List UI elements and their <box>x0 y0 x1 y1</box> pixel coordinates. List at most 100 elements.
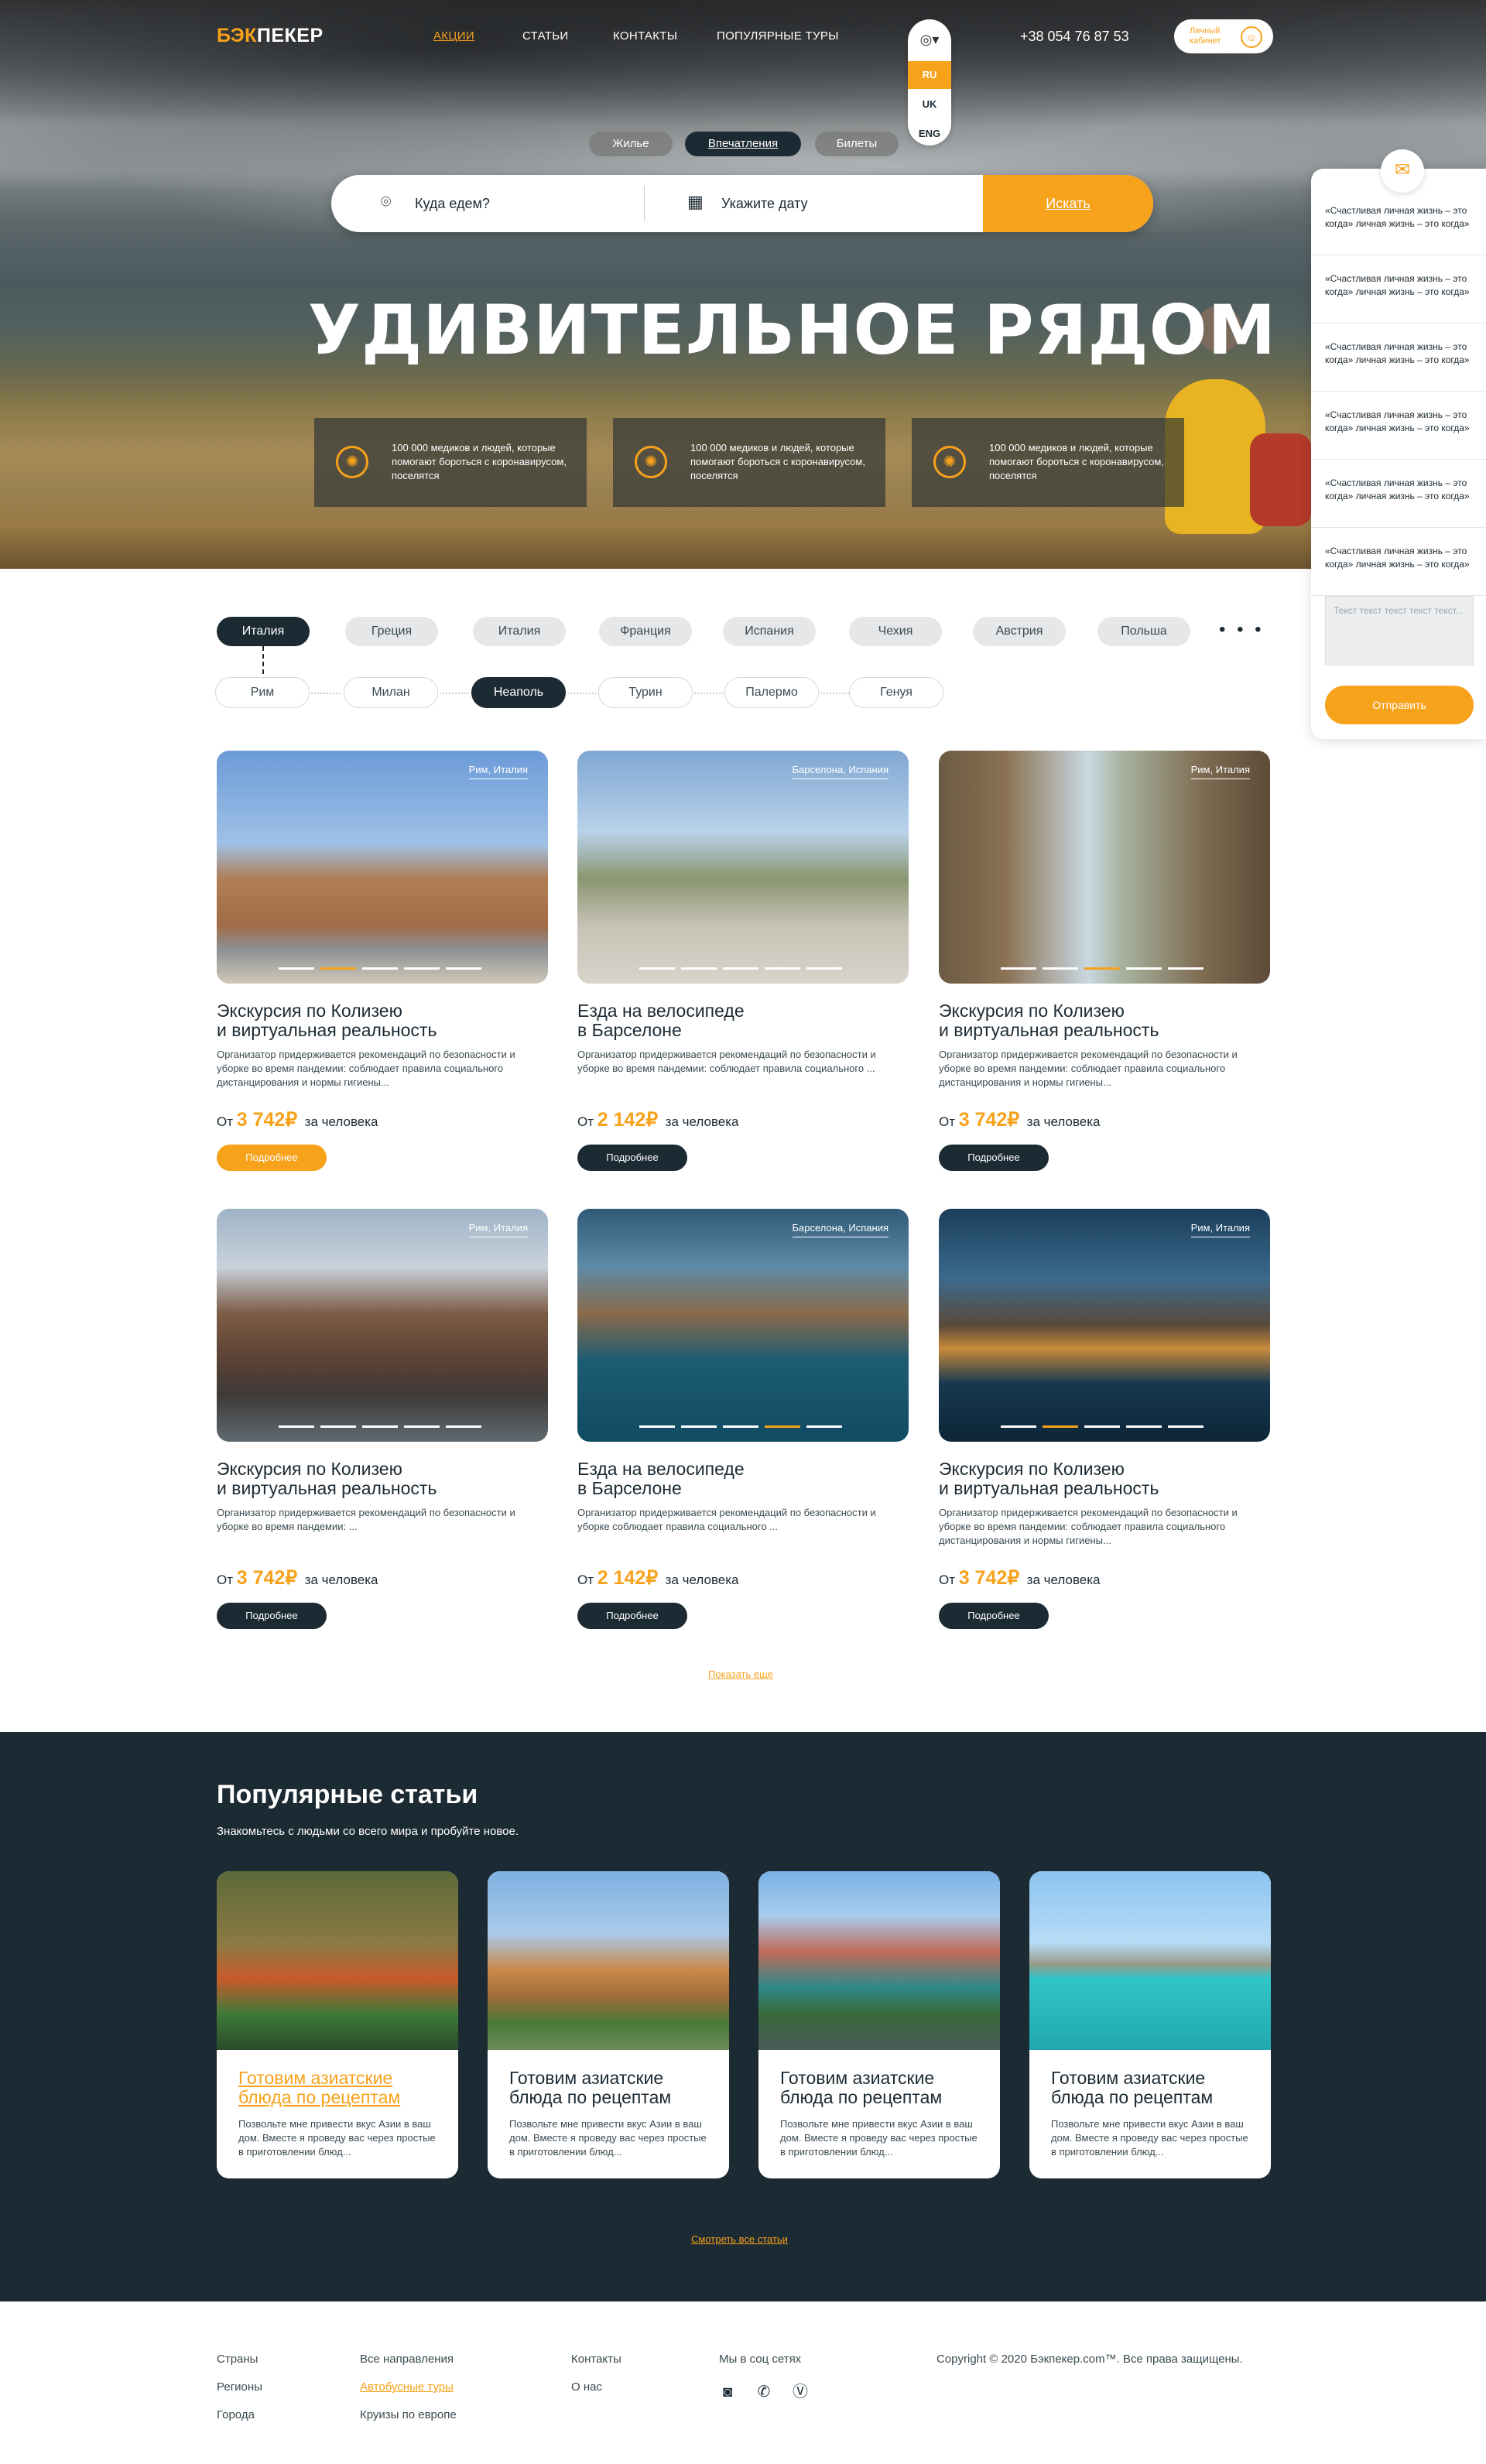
article-title[interactable]: Готовим азиатские блюда по рецептам <box>1051 2069 1252 2107</box>
popular-articles-section: Популярные статьи Знакомьтесь с людьми с… <box>0 1732 1486 2301</box>
chat-message: «Счастливая личная жизнь – это когда» ли… <box>1311 255 1486 323</box>
tab-housing[interactable]: Жилье <box>589 132 673 156</box>
lang-option-eng[interactable]: ENG <box>908 120 951 148</box>
slider-indicator[interactable] <box>639 1418 848 1428</box>
country-pill[interactable]: Австрия <box>973 617 1066 646</box>
article-card[interactable]: Готовим азиатские блюда по рецептам Позв… <box>1029 1871 1271 2178</box>
tour-card: Рим, Италия Экскурсия по Колизею и вирту… <box>939 751 1270 1171</box>
city-pill[interactable]: Милан <box>344 677 438 708</box>
show-more-link[interactable]: Показать еще <box>708 1668 773 1680</box>
date-input[interactable]: Укажите дату <box>721 196 808 212</box>
search-button[interactable]: Искать <box>983 175 1153 232</box>
tour-description: Организатор придерживается рекомендаций … <box>217 1507 515 1532</box>
whatsapp-icon[interactable]: ✆ <box>754 2382 774 2402</box>
article-card[interactable]: Готовим азиатские блюда по рецептам Позв… <box>217 1871 458 2178</box>
tab-tickets[interactable]: Билеты <box>815 132 899 156</box>
nav-articles[interactable]: СТАТЬИ <box>522 29 568 43</box>
destination-input[interactable]: Куда едем? <box>415 196 490 212</box>
feature-text: 100 000 медиков и людей, которые помогаю… <box>392 442 567 481</box>
country-pill[interactable]: Италия <box>473 617 566 646</box>
all-articles-link[interactable]: Смотреть все статьи <box>691 2233 788 2245</box>
tour-price: От 2 142₽ за человека <box>577 1108 739 1131</box>
footer-link[interactable]: Все направления <box>360 2353 454 2366</box>
tour-image[interactable]: Рим, Италия <box>939 751 1270 984</box>
city-pill[interactable]: Неаполь <box>471 677 566 708</box>
feature-text: 100 000 медиков и людей, которые помогаю… <box>690 442 865 481</box>
tour-image[interactable]: Рим, Италия <box>217 751 548 984</box>
footer-link[interactable]: Автобусные туры <box>360 2380 454 2394</box>
nav-contacts[interactable]: КОНТАКТЫ <box>613 29 677 43</box>
chat-textarea[interactable]: Текст текст текст текст текст... <box>1325 596 1474 666</box>
footer-link[interactable]: О нас <box>571 2380 602 2394</box>
lang-option-ru[interactable]: RU <box>908 61 951 89</box>
footer-link[interactable]: Города <box>217 2408 255 2421</box>
tour-location: Рим, Италия <box>468 764 528 779</box>
logo[interactable]: БЭКПЕКЕР <box>217 25 324 47</box>
city-pill[interactable]: Рим <box>215 677 310 708</box>
chat-send-button[interactable]: Отправить <box>1325 686 1474 724</box>
footer-link[interactable]: Страны <box>217 2353 258 2366</box>
details-button[interactable]: Подробнее <box>577 1603 687 1629</box>
feature-box: ✺ 100 000 медиков и людей, которые помог… <box>613 418 885 507</box>
user-icon: ☺ <box>1241 26 1262 48</box>
price-unit: за человека <box>1026 1114 1101 1129</box>
country-pill[interactable]: Испания <box>723 617 816 646</box>
tour-location: Барселона, Испания <box>792 764 889 779</box>
tour-title[interactable]: Экскурсия по Колизею и виртуальная реаль… <box>939 1460 1270 1498</box>
country-pill[interactable]: Италия <box>217 617 310 646</box>
phone-number[interactable]: +38 054 76 87 53 <box>1020 29 1129 45</box>
nav-promo[interactable]: АКЦИИ <box>433 29 474 43</box>
tour-title[interactable]: Езда на велосипеде в Барселоне <box>577 1001 909 1040</box>
details-button[interactable]: Подробнее <box>939 1145 1049 1171</box>
slider-indicator[interactable] <box>279 960 488 970</box>
details-button[interactable]: Подробнее <box>217 1145 327 1171</box>
price-value: 3 742₽ <box>236 1109 298 1131</box>
slider-indicator[interactable] <box>639 960 848 970</box>
language-switcher[interactable]: ◎▾ RU UK ENG <box>908 19 951 145</box>
price-value: 2 142₽ <box>597 1109 659 1131</box>
instagram-icon[interactable]: ◙ <box>717 2382 738 2402</box>
details-button[interactable]: Подробнее <box>577 1145 687 1171</box>
lang-option-uk[interactable]: UK <box>908 91 951 118</box>
nav-popular-tours[interactable]: ПОПУЛЯРНЫЕ ТУРЫ <box>717 29 839 43</box>
details-button[interactable]: Подробнее <box>939 1603 1049 1629</box>
city-pill[interactable]: Палермо <box>724 677 819 708</box>
personal-cabinet-button[interactable]: Личный кабинет ☺ <box>1174 19 1273 53</box>
country-pill[interactable]: Греция <box>345 617 438 646</box>
slider-indicator[interactable] <box>1001 960 1210 970</box>
footer-link[interactable]: Контакты <box>571 2353 621 2366</box>
more-countries-button[interactable]: • • • <box>1219 617 1265 646</box>
tour-image[interactable]: Барселона, Испания <box>577 751 909 984</box>
tab-experiences[interactable]: Впечатления <box>685 132 801 156</box>
hero-title: УДИВИТЕЛЬНОЕ РЯДОМ <box>308 290 1277 370</box>
chat-icon[interactable]: ✉ <box>1381 149 1424 193</box>
slider-indicator[interactable] <box>279 1418 488 1428</box>
article-card[interactable]: Готовим азиатские блюда по рецептам Позв… <box>758 1871 1000 2178</box>
city-pill[interactable]: Турин <box>598 677 693 708</box>
tour-title[interactable]: Экскурсия по Колизею и виртуальная реаль… <box>217 1001 548 1040</box>
country-pill[interactable]: Франция <box>599 617 692 646</box>
tour-price: От 2 142₽ за человека <box>577 1566 739 1590</box>
tour-image[interactable]: Рим, Италия <box>217 1209 548 1442</box>
country-pill[interactable]: Чехия <box>849 617 942 646</box>
tour-location: Барселона, Испания <box>792 1222 889 1237</box>
article-description: Позвольте мне привести вкус Азии в ваш д… <box>238 2118 436 2158</box>
tour-image[interactable]: Барселона, Испания <box>577 1209 909 1442</box>
slider-indicator[interactable] <box>1001 1418 1210 1428</box>
tour-title[interactable]: Езда на велосипеде в Барселоне <box>577 1460 909 1498</box>
details-button[interactable]: Подробнее <box>217 1603 327 1629</box>
article-title[interactable]: Готовим азиатские блюда по рецептам <box>509 2069 710 2107</box>
tour-image[interactable]: Рим, Италия <box>939 1209 1270 1442</box>
footer-link[interactable]: Круизы по европе <box>360 2408 457 2421</box>
article-title[interactable]: Готовим азиатские блюда по рецептам <box>780 2069 981 2107</box>
vk-icon[interactable]: Ⓥ <box>790 2382 810 2402</box>
tour-title[interactable]: Экскурсия по Колизею и виртуальная реаль… <box>217 1460 548 1498</box>
article-title[interactable]: Готовим азиатские блюда по рецептам <box>238 2069 440 2107</box>
country-pill[interactable]: Польша <box>1097 617 1190 646</box>
globe-icon[interactable]: ◎▾ <box>916 27 943 52</box>
connector-line <box>262 646 264 674</box>
footer-link[interactable]: Регионы <box>217 2380 262 2394</box>
city-pill[interactable]: Генуя <box>849 677 943 708</box>
tour-title[interactable]: Экскурсия по Колизею и виртуальная реаль… <box>939 1001 1270 1040</box>
article-card[interactable]: Готовим азиатские блюда по рецептам Позв… <box>488 1871 729 2178</box>
